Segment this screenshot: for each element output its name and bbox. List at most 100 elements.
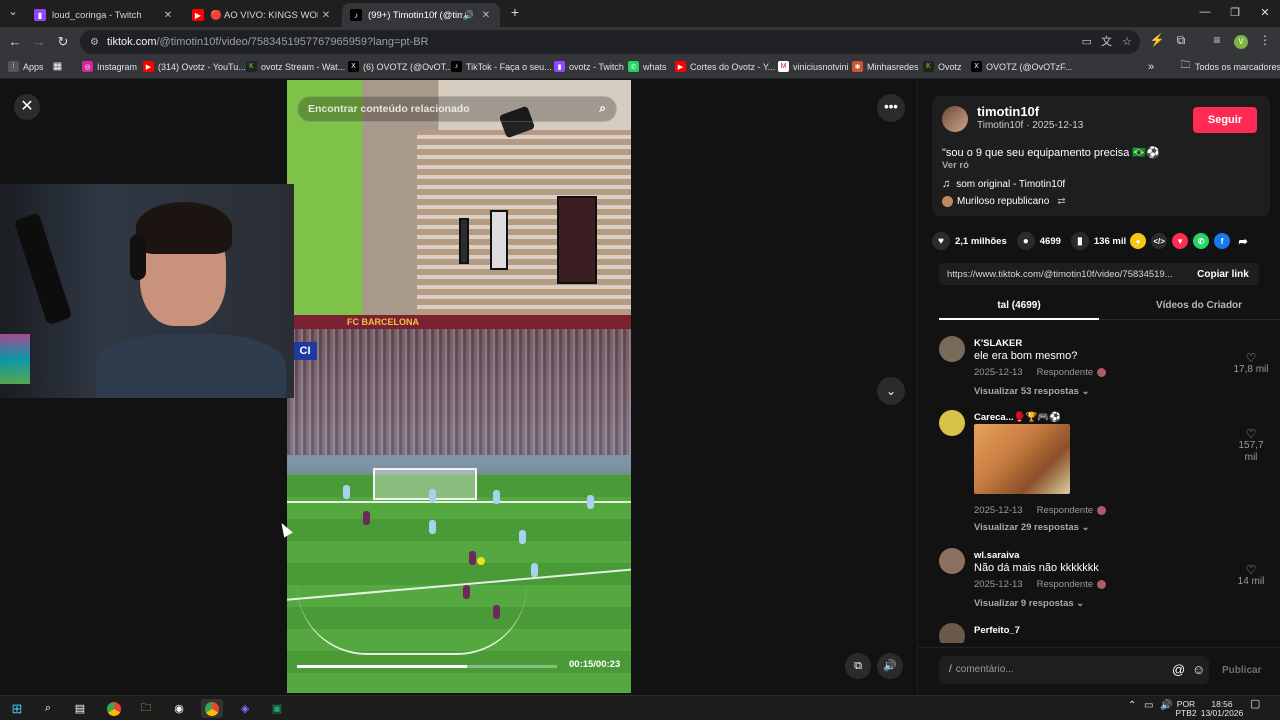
bookmark-gmail[interactable]: Mviniciusnotvini: [778, 61, 849, 72]
discord-icon[interactable]: ◈: [234, 699, 256, 718]
obs-icon[interactable]: ◉: [168, 699, 190, 718]
bookmark-instagram[interactable]: ◎ Instagram: [82, 61, 137, 72]
profile-avatar[interactable]: V: [1232, 33, 1250, 49]
reply-button[interactable]: Respondente: [1037, 579, 1094, 590]
floating-player-button[interactable]: ⧉: [845, 653, 871, 679]
bookmark-kick-ovotz[interactable]: K Ovotz: [923, 61, 962, 72]
new-tab-button[interactable]: +: [500, 4, 530, 20]
volume-icon[interactable]: 🔊: [1160, 701, 1172, 711]
site-info-icon[interactable]: ⚙: [90, 37, 99, 48]
comment-avatar[interactable]: [939, 548, 965, 574]
like-heart-icon[interactable]: ♥: [932, 232, 950, 250]
reply-button[interactable]: Respondente: [1037, 505, 1094, 516]
bookmark-cortes[interactable]: ▶ Cortes do Ovotz - Y...: [675, 61, 775, 72]
clock[interactable]: 18:56 13/01/2026: [1200, 700, 1244, 718]
reply-button[interactable]: Respondente: [1037, 367, 1094, 378]
file-explorer-icon[interactable]: 🗀: [135, 699, 157, 718]
share-whatsapp-icon[interactable]: ✆: [1193, 233, 1210, 249]
media-control-icon[interactable]: ≡: [1208, 33, 1226, 47]
minimize-icon[interactable]: —: [1190, 6, 1220, 18]
excel-icon[interactable]: ▣: [266, 699, 288, 718]
extensions-puzzle-icon[interactable]: ⧉: [1172, 33, 1190, 48]
see-more-link[interactable]: Ver ró: [942, 160, 969, 171]
comment-author[interactable]: Careca...🥊🏆🎮⚽: [974, 412, 1061, 423]
close-tab-icon[interactable]: ✕: [160, 10, 176, 21]
comment-icon[interactable]: ●: [1016, 232, 1035, 250]
close-video-button[interactable]: ✕: [14, 94, 40, 120]
related-search-input[interactable]: Encontrar conteúdo relacionado ⌕: [297, 96, 617, 122]
emoji-icon[interactable]: ☺: [1192, 662, 1205, 677]
embed-icon[interactable]: </>: [1151, 233, 1168, 249]
tray-expand-icon[interactable]: ⌃: [1128, 701, 1136, 711]
volume-button[interactable]: 🔊: [877, 653, 903, 679]
mention-icon[interactable]: @: [1172, 662, 1185, 677]
bookmark-apps[interactable]: ⁞ Apps: [8, 61, 44, 72]
publish-button[interactable]: Publicar: [1222, 665, 1261, 676]
menu-kebab-icon[interactable]: ⋮: [1256, 33, 1274, 47]
tab-search-icon[interactable]: ⌄: [0, 5, 26, 18]
author-username[interactable]: timotin10f: [977, 104, 1039, 119]
search-icon[interactable]: ⌕: [37, 699, 59, 718]
url-bar[interactable]: ⚙ tiktok.com/@timotin10f/video/758345195…: [80, 30, 1140, 54]
comment-like[interactable]: ♡ 14 mil: [1231, 564, 1271, 588]
comment-avatar[interactable]: [939, 410, 965, 436]
comment-author[interactable]: K'SLAKER: [974, 338, 1022, 349]
bookmark-minhasredes[interactable]: ✱ Minhasredes: [852, 61, 919, 72]
next-video-button[interactable]: ⌄: [877, 377, 905, 405]
back-icon[interactable]: ←: [6, 33, 24, 51]
bookmark-x-ovotz[interactable]: X (6) OVOTZ (@OvOT...: [348, 61, 453, 72]
bookmark-tiktok[interactable]: ♪ TikTok - Faça o seu...: [451, 61, 552, 72]
comment-author[interactable]: wl.saraiva: [974, 550, 1019, 561]
video-player[interactable]: FC BARCELONA CI Encontrar conteúdo relac…: [287, 80, 631, 693]
all-bookmarks-folder[interactable]: 🗀 Todos os marcadores: [1180, 60, 1280, 72]
bookmark-kick-stream[interactable]: Kovotz Stream - Wat...: [246, 61, 345, 72]
sound-link[interactable]: ♫ som original - Timotin10f: [942, 178, 1065, 190]
comment-like[interactable]: ♡ 17,8 mil: [1231, 352, 1271, 376]
chrome-icon[interactable]: [103, 699, 125, 718]
browser-tab-tiktok[interactable]: ♪ (99+) Timotin10f (@timotin 🔊 ✕: [342, 3, 500, 27]
language-indicator[interactable]: POR PTB2: [1174, 700, 1198, 718]
tab-creator-videos[interactable]: Vídeos do Criador: [1119, 300, 1279, 311]
forward-icon[interactable]: →: [30, 33, 48, 51]
share-arrow-icon[interactable]: ➦: [1235, 233, 1251, 249]
video-progress-bar[interactable]: [297, 665, 557, 668]
chrome-active-icon[interactable]: [201, 699, 223, 718]
translate-icon[interactable]: 文: [1101, 30, 1112, 54]
restore-icon[interactable]: ❐: [1220, 6, 1250, 19]
copy-link-button[interactable]: Copiar link: [1187, 269, 1259, 280]
close-tab-icon[interactable]: ✕: [478, 10, 494, 21]
bookmark-whats[interactable]: ✆ whats: [628, 61, 667, 72]
more-bookmarks-button[interactable]: »: [1148, 61, 1154, 73]
comment-like[interactable]: ♡ 157,7 mil: [1231, 428, 1271, 464]
browser-tab-twitch[interactable]: ▮ loud_coringa - Twitch ✕: [26, 3, 182, 27]
bookmark-star-icon[interactable]: ☆: [1122, 30, 1132, 54]
video-link-text[interactable]: https://www.tiktok.com/@timotin10f/video…: [939, 269, 1187, 280]
more-options-button[interactable]: •••: [877, 94, 905, 122]
bookmark-twitch-ovotz[interactable]: ▮ ovotz - Twitch: [554, 61, 624, 72]
close-window-icon[interactable]: ✕: [1250, 6, 1280, 19]
speaker-icon[interactable]: 🔊: [463, 10, 474, 21]
bookmark-x-ovotzf[interactable]: X OVOTZ (@OvOTzF...: [971, 61, 1072, 72]
search-icon[interactable]: ⌕: [599, 101, 606, 116]
comment-avatar[interactable]: [939, 623, 965, 643]
bookmark-youtube-ovotz[interactable]: ▶ (314) Ovotz - YouTu...: [143, 61, 246, 72]
comment-input[interactable]: / comentário...: [939, 656, 1209, 684]
share-facebook-icon[interactable]: f: [1214, 233, 1231, 249]
coin-icon[interactable]: ●: [1130, 233, 1147, 249]
comment-avatar[interactable]: [939, 336, 965, 362]
notifications-icon[interactable]: ▢: [1250, 699, 1260, 710]
view-replies-button[interactable]: Visualizar 53 respostas ⌄: [974, 386, 1090, 397]
task-view-icon[interactable]: ▤: [69, 699, 91, 718]
tab-comments[interactable]: tal (4699): [939, 300, 1099, 311]
comment-author[interactable]: Perfeito_7: [974, 625, 1020, 636]
bookmark-icon[interactable]: ▮: [1070, 232, 1089, 250]
bookmark-grid[interactable]: ▦: [52, 61, 67, 72]
view-replies-button[interactable]: Visualizar 29 respostas ⌄: [974, 522, 1090, 533]
extension-icon[interactable]: ⚡: [1148, 33, 1166, 47]
network-icon[interactable]: ▭: [1144, 701, 1153, 711]
browser-tab-youtube[interactable]: ▶ 🔴 AO VIVO: KINGS WORLD CU ✕: [184, 3, 340, 27]
share-tiktok-icon[interactable]: ▼: [1172, 233, 1189, 249]
comment-image[interactable]: [974, 424, 1070, 494]
windows-start-icon[interactable]: ⊞: [6, 699, 28, 718]
close-tab-icon[interactable]: ✕: [318, 10, 334, 21]
